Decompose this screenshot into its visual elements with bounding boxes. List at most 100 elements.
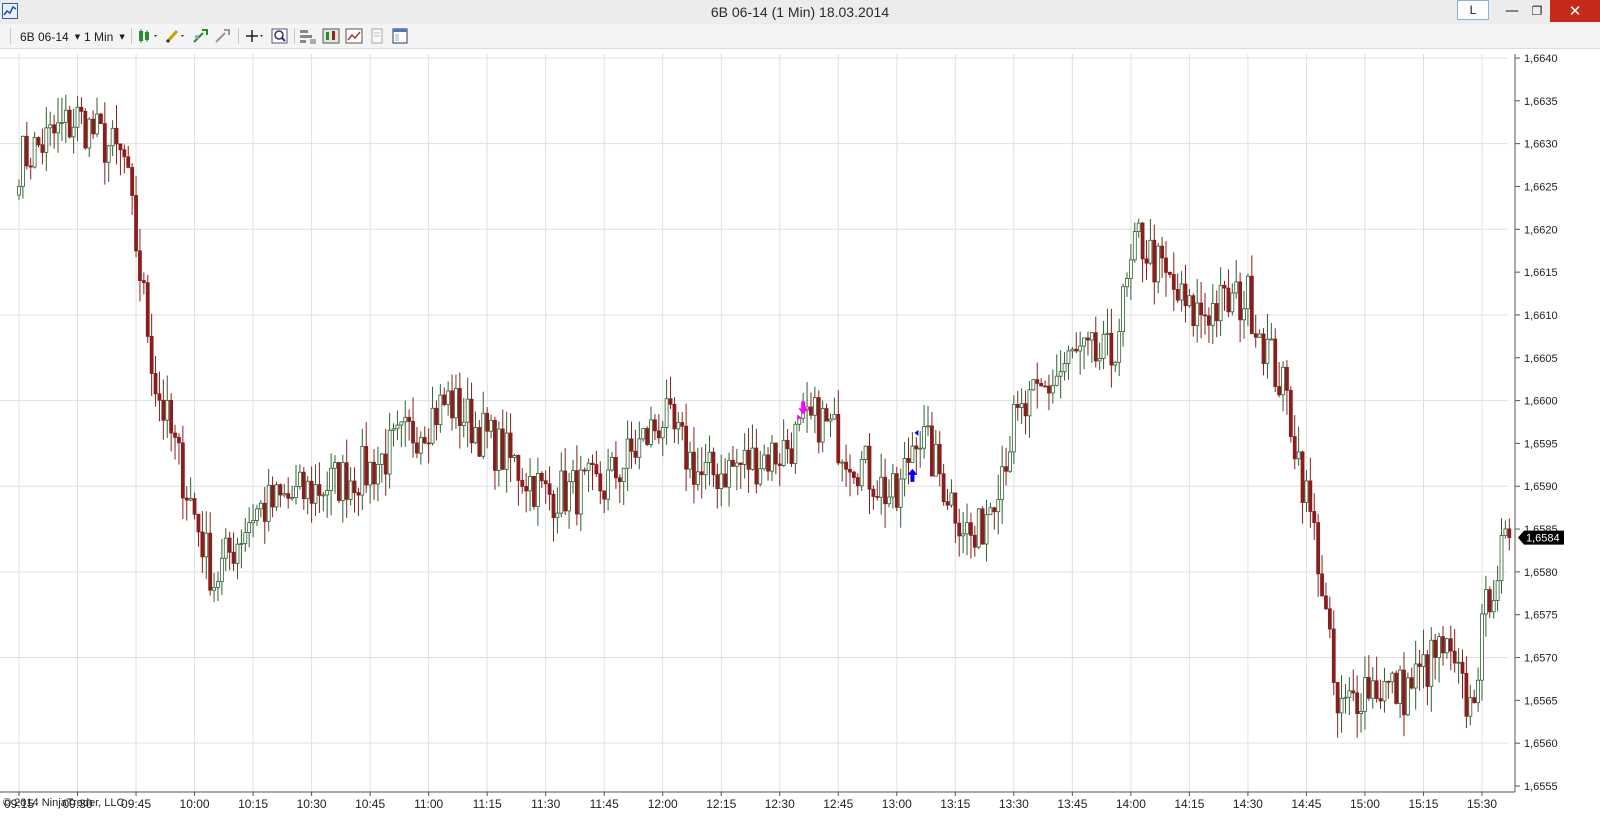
candle-body <box>177 436 181 444</box>
candle-body <box>1398 669 1402 704</box>
toolbar-separator <box>238 28 239 44</box>
candle-body <box>422 437 427 444</box>
candle-body <box>32 137 37 168</box>
candle-body <box>110 127 115 147</box>
candle-body <box>1351 690 1356 694</box>
candle-body <box>235 543 240 564</box>
candle-body <box>407 416 412 422</box>
template-icon[interactable] <box>367 27 387 45</box>
candle-body <box>789 448 794 464</box>
candle-body <box>28 165 33 168</box>
candle-body <box>481 412 486 457</box>
candle-body <box>1265 338 1270 364</box>
time-axis-label: 13:00 <box>882 797 912 811</box>
candle-body <box>918 447 923 450</box>
candle-body <box>1008 451 1012 472</box>
candle-body <box>1058 371 1063 377</box>
instrument-label: 6B 06-14 <box>20 30 69 44</box>
price-axis-label: 1,6565 <box>1524 695 1558 707</box>
candle-body <box>1441 636 1445 654</box>
candle-body <box>867 445 872 490</box>
crosshair-icon[interactable] <box>243 27 267 45</box>
candle-body <box>871 488 876 497</box>
candle-body <box>883 476 887 505</box>
chart-style-icon[interactable] <box>321 27 341 45</box>
candle-body <box>812 397 817 416</box>
candle-body <box>430 407 435 444</box>
candle-body <box>1144 258 1149 264</box>
instrument-selector[interactable]: 6B 06-14 ▼ <box>20 29 80 45</box>
candle-body <box>770 442 774 472</box>
candle-body <box>1429 639 1434 687</box>
close-button[interactable]: ✕ <box>1550 0 1600 22</box>
candle-body <box>1011 404 1016 453</box>
candle-body <box>130 167 135 196</box>
candle-body <box>157 393 162 401</box>
candle-body <box>555 512 560 519</box>
candle-body <box>395 424 400 430</box>
candle-body <box>996 499 1001 513</box>
candle-body <box>1136 222 1141 232</box>
candle-body <box>1015 404 1020 408</box>
candle-body <box>489 419 493 432</box>
candle-body <box>1187 295 1192 307</box>
candle-body <box>1089 332 1094 341</box>
candle-body <box>1370 680 1375 699</box>
link-button[interactable]: L <box>1457 0 1489 20</box>
candle-body <box>161 399 166 421</box>
candle-body <box>547 483 552 495</box>
price-axis-label: 1,6580 <box>1524 567 1558 579</box>
candle-body <box>153 373 158 395</box>
candle-body <box>496 428 501 471</box>
time-axis-label: 10:45 <box>355 797 385 811</box>
candle-body <box>1234 281 1239 294</box>
candle-body <box>52 124 57 134</box>
candle-body <box>781 439 786 466</box>
panel-icon[interactable] <box>390 27 410 45</box>
candle-body <box>707 451 712 463</box>
candle-body <box>992 507 997 513</box>
candle-body <box>922 426 927 449</box>
candle-body <box>465 398 470 423</box>
candle-body <box>746 449 751 470</box>
maximize-button[interactable]: ❐ <box>1525 0 1549 22</box>
candle-body <box>1023 403 1028 417</box>
drawing-tool-icon[interactable] <box>164 27 188 45</box>
candle-body <box>1121 286 1125 332</box>
candle-body <box>1355 692 1360 714</box>
candle-body <box>524 486 529 492</box>
minimize-button[interactable]: — <box>1500 0 1524 22</box>
candle-body <box>649 419 653 445</box>
candle-body <box>1000 466 1005 501</box>
candle-body <box>1078 345 1083 352</box>
candle-body <box>1417 663 1422 667</box>
candle-body <box>208 532 213 591</box>
candle-body <box>469 398 474 444</box>
strategy-icon[interactable] <box>213 27 233 45</box>
candle-body <box>1191 295 1196 326</box>
price-axis-label: 1,6620 <box>1524 224 1558 236</box>
interval-selector[interactable]: 1 Min ▼ <box>84 29 125 45</box>
candle-body <box>645 428 650 445</box>
candle-body <box>836 413 841 464</box>
candle-body <box>1433 639 1438 658</box>
candle-body <box>192 498 197 515</box>
candle-body <box>1140 222 1145 260</box>
properties-icon[interactable] <box>298 27 318 45</box>
candle-body <box>1043 385 1047 388</box>
zoom-icon[interactable] <box>270 27 290 45</box>
candle-body <box>1378 698 1383 702</box>
candle-body <box>403 416 408 423</box>
candle-body <box>1503 528 1508 536</box>
data-series-icon[interactable] <box>344 27 364 45</box>
indicator-icon[interactable] <box>191 27 211 45</box>
candle-body <box>1413 663 1418 689</box>
candle-body <box>63 109 68 123</box>
price-chart[interactable]: 1,6555 1,6560 1,6565 1,6570 1,6575 1,6580 1,65… <box>0 48 1600 839</box>
candle-body <box>485 412 490 432</box>
candle-body <box>1472 697 1477 704</box>
bar-type-icon[interactable] <box>137 27 161 45</box>
candle-body <box>457 388 462 426</box>
price-axis-label: 1,6630 <box>1524 139 1558 151</box>
long-entry-triangle-icon <box>914 429 919 436</box>
